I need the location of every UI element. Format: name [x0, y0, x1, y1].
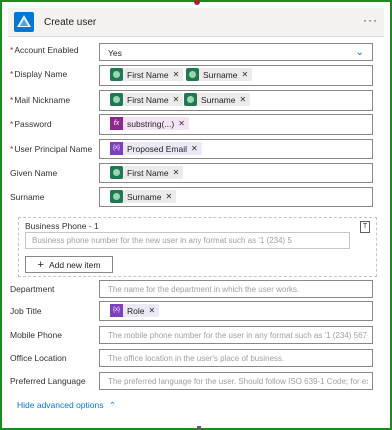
token-proposed-email: {x} Proposed Email ✕ — [110, 142, 202, 155]
remove-token-icon[interactable]: ✕ — [173, 95, 180, 104]
dataverse-icon — [110, 166, 123, 179]
action-title: Create user — [44, 17, 97, 28]
account-enabled-value: Yes — [108, 48, 122, 58]
dataverse-icon — [186, 68, 199, 81]
dataverse-icon — [110, 93, 123, 106]
token-first-name: First Name ✕ — [110, 68, 184, 81]
add-new-item-button[interactable]: + Add new item — [25, 256, 113, 273]
token-role: {x} Role ✕ — [110, 304, 160, 317]
remove-token-icon[interactable]: ✕ — [178, 119, 185, 128]
token-first-name: First Name ✕ — [110, 93, 184, 106]
connector-dot — [194, 0, 200, 5]
connector-dot — [197, 426, 201, 430]
action-header[interactable]: Create user ··· — [8, 8, 384, 37]
plus-icon: + — [37, 258, 44, 271]
job-title-label: Job Title — [10, 306, 42, 316]
mail-nickname-label: *Mail Nickname — [10, 95, 71, 105]
upn-field[interactable]: {x} Proposed Email ✕ — [99, 139, 373, 159]
dataverse-icon — [184, 93, 197, 106]
job-title-field[interactable]: {x} Role ✕ — [99, 301, 373, 321]
department-placeholder: The name for the department in which the… — [108, 285, 300, 294]
token-surname: Surname ✕ — [110, 190, 177, 203]
mobile-phone-label: Mobile Phone — [10, 330, 62, 340]
password-label: *Password — [10, 119, 52, 129]
dataverse-icon — [110, 190, 123, 203]
hide-advanced-options-link[interactable]: Hide advanced options ⌃ — [17, 400, 116, 411]
department-label: Department — [10, 284, 55, 294]
upn-label: *User Principal Name — [10, 144, 93, 154]
given-name-label: Given Name — [10, 168, 58, 178]
expression-icon: fx — [110, 117, 123, 130]
token-surname: Surname ✕ — [184, 93, 251, 106]
dataverse-icon — [110, 68, 123, 81]
office-location-placeholder: The office location in the user's place … — [108, 354, 285, 363]
variable-icon: {x} — [110, 304, 123, 317]
variable-icon: {x} — [110, 142, 123, 155]
chevron-up-icon: ⌃ — [108, 400, 116, 410]
surname-label: Surname — [10, 192, 45, 202]
remove-token-icon[interactable]: ✕ — [240, 95, 247, 104]
azure-ad-icon — [14, 12, 34, 32]
business-phone-array: Business Phone - 1 T Business phone numb… — [18, 217, 377, 277]
office-location-input[interactable]: The office location in the user's place … — [99, 349, 373, 367]
display-name-field[interactable]: First Name ✕ Surname ✕ — [99, 65, 373, 86]
business-phone-placeholder: Business phone number for the new user i… — [32, 236, 292, 245]
switch-input-mode-icon[interactable]: T — [360, 221, 370, 233]
business-phone-label: Business Phone - 1 — [25, 221, 99, 231]
account-enabled-select[interactable]: Yes ⌄ — [99, 43, 373, 61]
preferred-language-label: Preferred Language — [10, 376, 86, 386]
more-options-icon[interactable]: ··· — [363, 13, 378, 27]
mail-nickname-field[interactable]: First Name ✕ Surname ✕ — [99, 90, 373, 111]
preferred-language-placeholder: The preferred language for the user. Sho… — [108, 377, 368, 386]
department-input[interactable]: The name for the department in which the… — [99, 280, 373, 298]
preferred-language-input[interactable]: The preferred language for the user. Sho… — [99, 372, 373, 390]
remove-token-icon[interactable]: ✕ — [191, 144, 198, 153]
token-first-name: First Name ✕ — [110, 166, 184, 179]
office-location-label: Office Location — [10, 353, 67, 363]
token-substring: fx substring(...) ✕ — [110, 117, 189, 130]
surname-field[interactable]: Surname ✕ — [99, 187, 373, 207]
remove-token-icon[interactable]: ✕ — [173, 168, 180, 177]
remove-token-icon[interactable]: ✕ — [242, 70, 249, 79]
mobile-phone-input[interactable]: The mobile phone number for the user in … — [99, 326, 373, 344]
remove-token-icon[interactable]: ✕ — [148, 306, 155, 315]
business-phone-input[interactable]: Business phone number for the new user i… — [25, 232, 350, 249]
account-enabled-label: *Account Enabled — [10, 45, 79, 55]
password-field[interactable]: fx substring(...) ✕ — [99, 114, 373, 135]
remove-token-icon[interactable]: ✕ — [166, 192, 173, 201]
remove-token-icon[interactable]: ✕ — [173, 70, 180, 79]
token-surname: Surname ✕ — [186, 68, 253, 81]
given-name-field[interactable]: First Name ✕ — [99, 163, 373, 183]
chevron-down-icon: ⌄ — [355, 47, 364, 58]
mobile-phone-placeholder: The mobile phone number for the user in … — [108, 331, 368, 340]
action-card: Create user ··· *Account Enabled Yes ⌄ *… — [0, 0, 392, 430]
display-name-label: *Display Name — [10, 69, 68, 79]
